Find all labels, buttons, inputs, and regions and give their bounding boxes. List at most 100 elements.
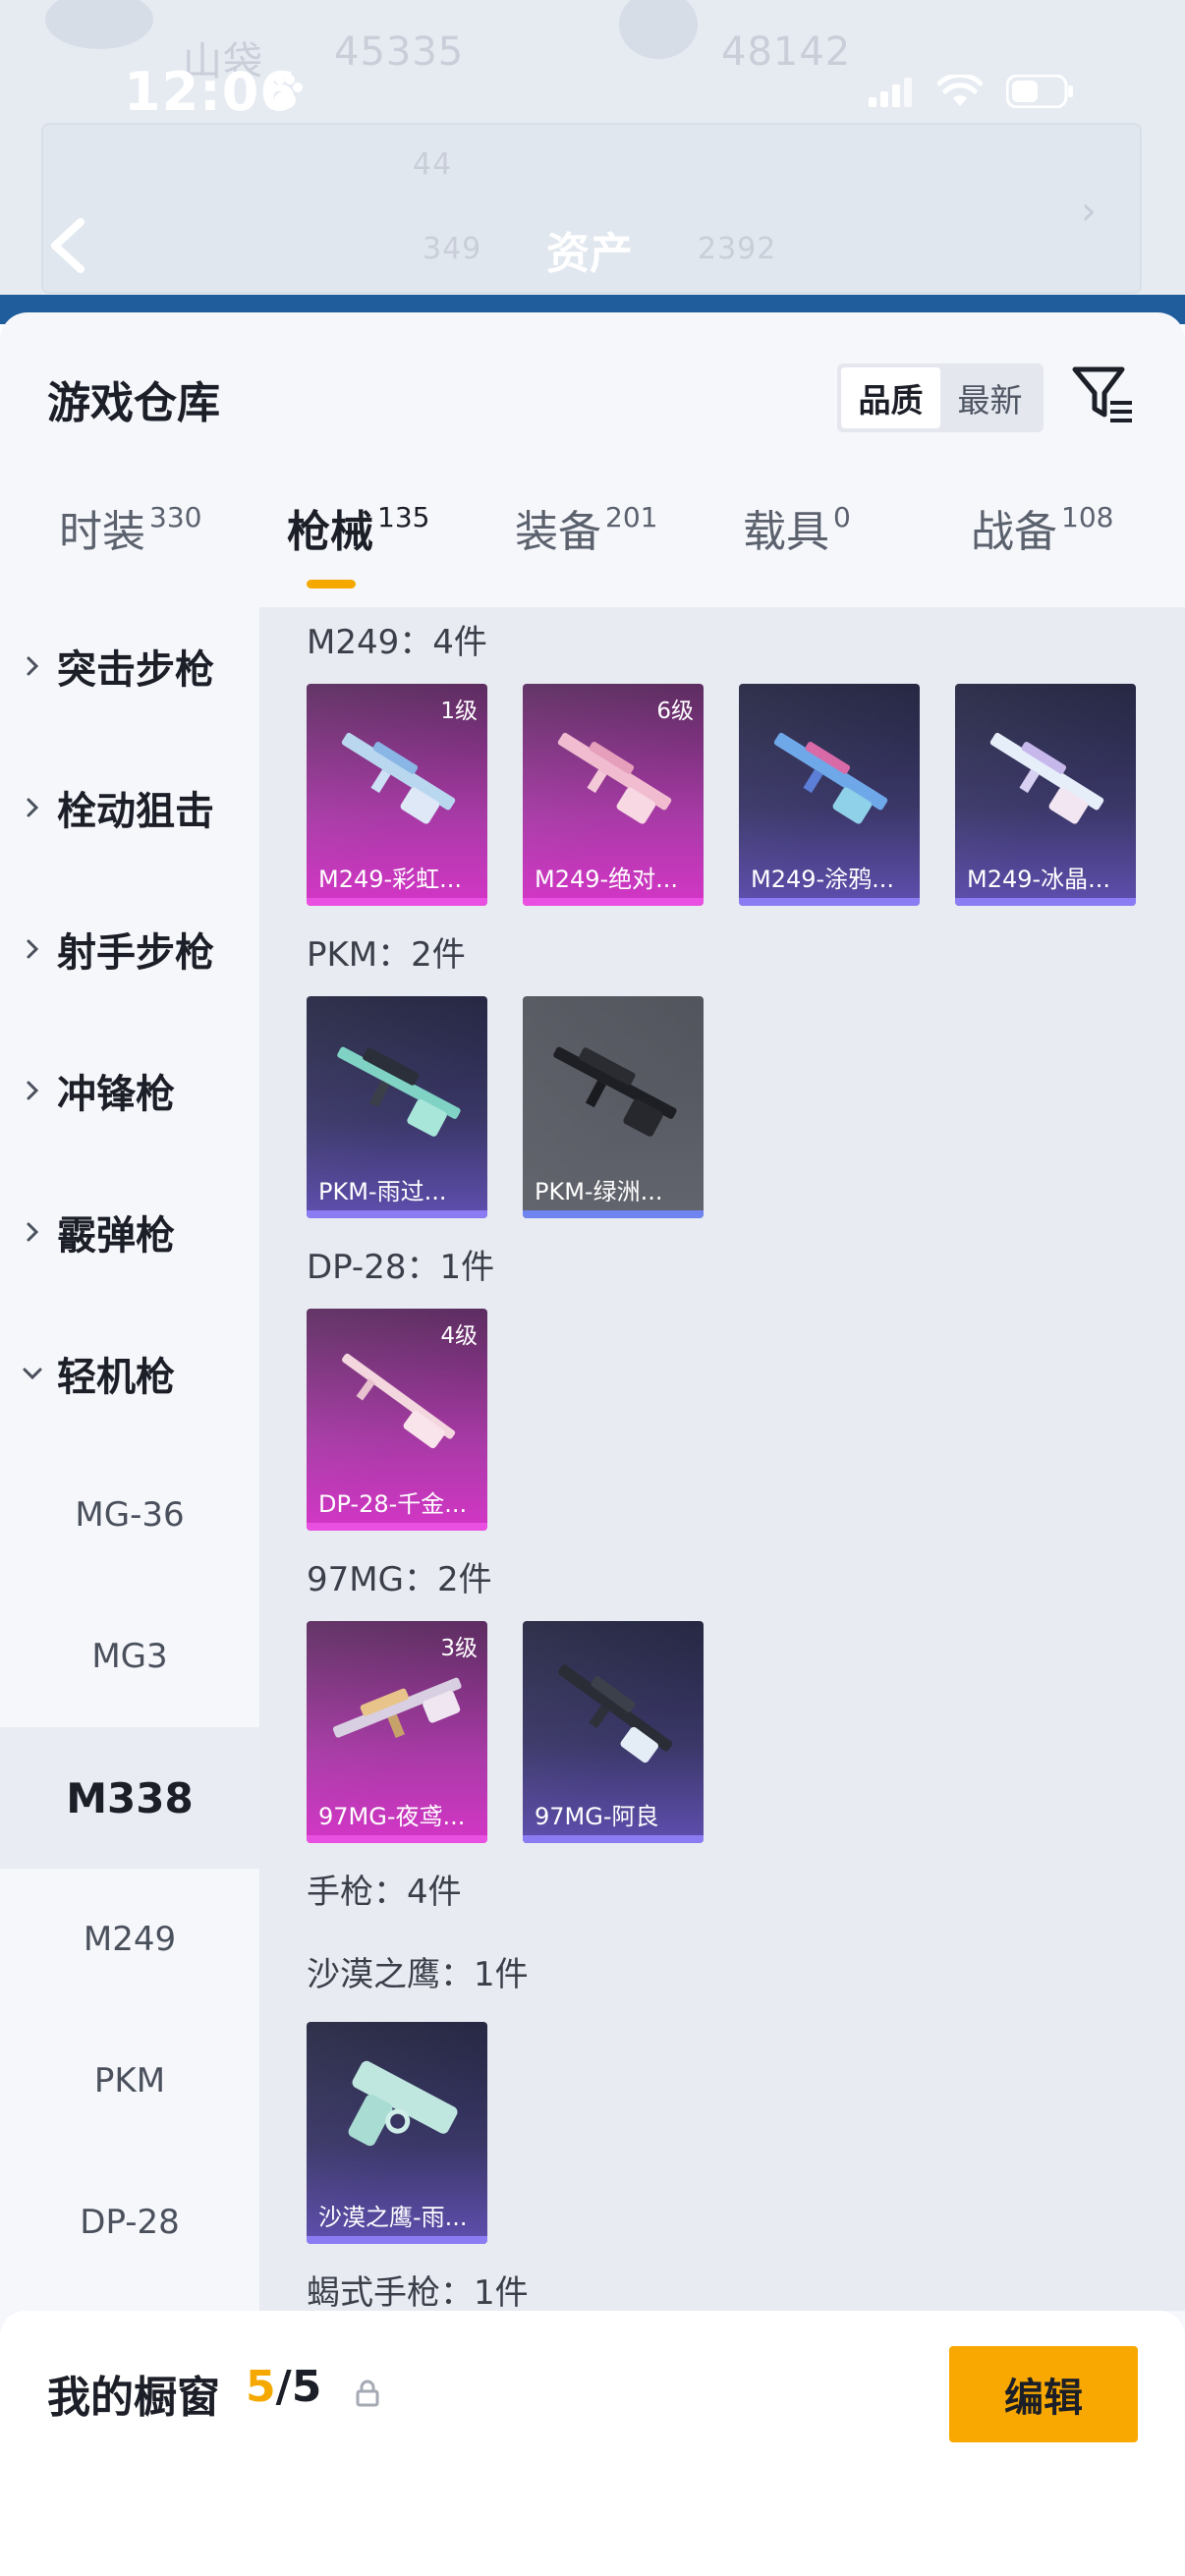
- sidebar-item-label: 轻机枪: [57, 1355, 175, 1400]
- item-card[interactable]: 6级 M249-绝对...: [523, 684, 704, 906]
- rarity-bar: [307, 1835, 487, 1843]
- tab-guns[interactable]: 枪械 135: [287, 501, 429, 603]
- sort-quality-button[interactable]: 品质: [841, 367, 940, 428]
- group-heading: 97MG：2件: [307, 1560, 492, 1599]
- background-text: 48142: [721, 29, 852, 75]
- tab-supplies[interactable]: 战备 108: [971, 501, 1113, 603]
- battery-icon: [1006, 75, 1073, 108]
- lmg-skin-icon: [553, 1046, 677, 1137]
- background-page-title: 资产: [546, 229, 633, 279]
- rarity-bar: [307, 1210, 487, 1218]
- chevron-down-icon: [23, 1368, 42, 1380]
- chevron-right-icon: [27, 939, 39, 959]
- sidebar-subitem-pkm[interactable]: PKM: [0, 2010, 259, 2152]
- tab-label: 载具: [743, 507, 829, 557]
- item-name: PKM-雨过...: [318, 1178, 447, 1205]
- item-card[interactable]: 沙漠之鹰-雨...: [307, 2022, 487, 2244]
- tab-equipment[interactable]: 装备 201: [515, 501, 657, 603]
- status-icons: [869, 75, 1075, 108]
- sidebar-subitem-mg3[interactable]: MG3: [0, 1586, 259, 1727]
- item-card[interactable]: PKM-雨过...: [307, 996, 487, 1218]
- item-name: DP-28-千金...: [318, 1490, 468, 1518]
- background-text: 349: [423, 232, 482, 266]
- lmg-skin-icon: [558, 1664, 673, 1764]
- group-heading: M249：4件: [307, 623, 487, 662]
- item-name: 97MG-阿良: [535, 1803, 659, 1830]
- showcase-current: 5: [246, 2362, 276, 2412]
- item-name: M249-冰晶...: [967, 866, 1111, 893]
- lmg-skin-icon: [337, 1046, 461, 1137]
- back-arrow-icon[interactable]: [43, 216, 92, 275]
- paw-icon: [267, 75, 303, 109]
- sidebar-item-label: 霰弹枪: [57, 1213, 175, 1259]
- tab-count: 135: [377, 501, 430, 533]
- group-heading: DP-28：1件: [307, 1248, 495, 1287]
- item-name: M249-彩虹...: [318, 866, 463, 893]
- item-level: 1级: [440, 699, 478, 724]
- lmg-skin-icon: [557, 732, 672, 824]
- group-heading: 蝎式手枪：1件: [307, 2273, 529, 2311]
- sidebar-item-label: 冲锋枪: [57, 1072, 175, 1117]
- sidebar-item-bolt-sniper[interactable]: 栓动狙击: [0, 737, 259, 878]
- chevron-right-icon: [27, 798, 39, 817]
- tab-fashion[interactable]: 时装 330: [59, 501, 201, 603]
- item-card[interactable]: 97MG-阿良: [523, 1621, 704, 1843]
- item-card[interactable]: PKM-绿洲...: [523, 996, 704, 1218]
- sidebar-subitem-m249[interactable]: M249: [0, 1869, 259, 2010]
- warehouse-sheet: 游戏仓库 品质 最新 时装 330 枪械 135 装备 201 载具 0 战备 …: [0, 312, 1185, 2576]
- item-name: M249-绝对...: [535, 866, 679, 893]
- tab-count: 0: [833, 501, 851, 533]
- edit-button[interactable]: 编辑: [949, 2346, 1138, 2442]
- showcase-count: 5/5: [246, 2362, 321, 2412]
- tab-label: 战备: [971, 507, 1057, 557]
- sidebar-item-smg[interactable]: 冲锋枪: [0, 1020, 259, 1161]
- chevron-right-icon: [27, 656, 39, 676]
- lmg-skin-icon: [332, 1677, 462, 1738]
- item-card[interactable]: M249-冰晶...: [955, 684, 1136, 906]
- filter-icon[interactable]: [1071, 362, 1136, 426]
- item-card[interactable]: 4级 DP-28-千金...: [307, 1309, 487, 1531]
- sidebar-item-marksman-rifle[interactable]: 射手步枪: [0, 878, 259, 1020]
- sidebar-subitem-dp28[interactable]: DP-28: [0, 2152, 259, 2293]
- chevron-right-icon: [27, 1222, 39, 1242]
- rarity-bar: [739, 898, 920, 906]
- item-name: PKM-绿洲...: [535, 1178, 663, 1205]
- active-tab-indicator: [307, 580, 356, 588]
- lmg-skin-icon: [989, 732, 1104, 824]
- tab-label: 枪械: [287, 507, 373, 557]
- sidebar-item-assault-rifle[interactable]: 突击步枪: [0, 595, 259, 737]
- tab-vehicles[interactable]: 载具 0: [743, 501, 851, 603]
- rarity-bar: [955, 898, 1136, 906]
- chevron-right-icon: ›: [1081, 189, 1097, 234]
- rarity-bar: [523, 898, 704, 906]
- sidebar-subitem-mg36[interactable]: MG-36: [0, 1444, 259, 1586]
- item-card[interactable]: 1级 M249-彩虹...: [307, 684, 487, 906]
- tab-label: 装备: [515, 507, 601, 557]
- item-card[interactable]: M249-涂鸦...: [739, 684, 920, 906]
- item-name: 97MG-夜鸢...: [318, 1803, 466, 1830]
- tab-label: 时装: [59, 507, 145, 557]
- rarity-bar: [307, 1523, 487, 1531]
- group-heading: 沙漠之鹰：1件: [307, 1955, 529, 1994]
- sort-toggle: 品质 最新: [837, 364, 1044, 432]
- sidebar-item-lmg[interactable]: 轻机枪: [0, 1303, 259, 1444]
- pistol-skin-icon: [348, 2060, 458, 2147]
- item-level: 3级: [440, 1636, 478, 1661]
- item-card[interactable]: 3级 97MG-夜鸢...: [307, 1621, 487, 1843]
- tab-count: 330: [149, 501, 202, 533]
- rarity-bar: [523, 1210, 704, 1218]
- chevron-right-icon: [27, 1081, 39, 1100]
- sidebar-item-label: 突击步枪: [57, 647, 214, 693]
- sidebar-item-shotgun[interactable]: 霰弹枪: [0, 1161, 259, 1303]
- sort-newest-button[interactable]: 最新: [940, 367, 1040, 428]
- category-tabs: 时装 330 枪械 135 装备 201 载具 0 战备 108: [0, 501, 1185, 603]
- showcase-title: 我的橱窗: [47, 2373, 220, 2423]
- item-name: M249-涂鸦...: [751, 866, 895, 893]
- background-text: 45335: [334, 29, 465, 75]
- rarity-bar: [523, 1835, 704, 1843]
- rarity-bar: [307, 2236, 487, 2244]
- sidebar-subitem-m338[interactable]: M338: [0, 1727, 259, 1869]
- item-name: 沙漠之鹰-雨...: [318, 2204, 468, 2231]
- weapon-type-sidebar: 突击步枪 栓动狙击 射手步枪 冲锋枪 霰弹枪 轻机枪 MG-36 MG3 M33…: [0, 607, 259, 2311]
- lmg-skin-icon: [773, 732, 888, 824]
